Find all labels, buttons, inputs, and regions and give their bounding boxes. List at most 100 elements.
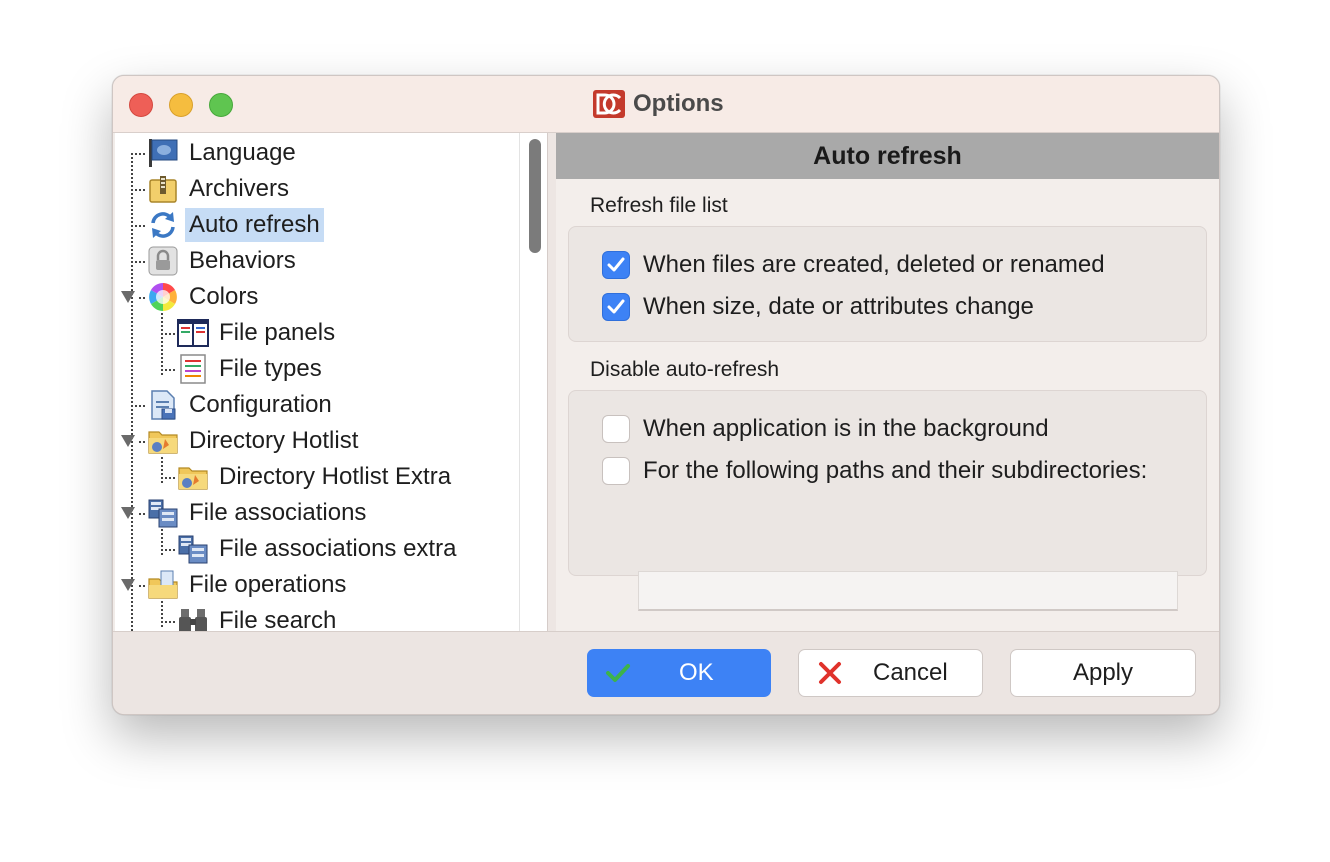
refresh-on-attribute-change-checkbox[interactable] [602, 293, 630, 321]
disable-for-paths-option[interactable]: For the following paths and their subdir… [602, 457, 1147, 485]
double-commander-logo-icon [593, 90, 625, 118]
refresh-on-create-delete-rename-option[interactable]: When files are created, deleted or renam… [602, 251, 1105, 279]
disable-options-group: When application is in the background Fo… [568, 390, 1207, 576]
tree-scrollbar[interactable] [519, 133, 547, 631]
tree-connector [131, 153, 145, 155]
checkbox-label: When application is in the background [643, 415, 1049, 442]
expand-file-operations-toggle[interactable] [121, 579, 135, 591]
disable-section-title: Disable auto-refresh [590, 358, 780, 381]
tree-item-label: File search [219, 607, 337, 631]
tree-connector [131, 189, 145, 191]
refresh-on-attribute-change-option[interactable]: When size, date or attributes change [602, 293, 1034, 321]
tree-item-label: Colors [189, 283, 259, 310]
tree-connector [161, 529, 163, 555]
tree-item-file-panels[interactable]: File panels [177, 315, 339, 351]
tree-item-label: Behaviors [189, 247, 296, 274]
binoculars-icon [179, 609, 207, 631]
options-window: Options Language Archivers Auto refresh … [112, 75, 1220, 715]
tree-connector [161, 621, 175, 623]
tree-connector [131, 261, 145, 263]
tree-item-directory-hotlist-extra[interactable]: Directory Hotlist Extra [177, 459, 455, 495]
expand-file-associations-toggle[interactable] [121, 507, 135, 519]
tree-connector [161, 313, 163, 375]
tree-item-file-operations[interactable]: File operations [147, 567, 350, 603]
page-title: Auto refresh [556, 133, 1219, 179]
refresh-options-group: When files are created, deleted or renam… [568, 226, 1207, 342]
lock-icon [148, 246, 178, 276]
panels-icon [177, 319, 209, 347]
tree-connector [139, 441, 145, 443]
close-window-button[interactable] [129, 93, 153, 117]
tree-item-label: Directory Hotlist [189, 427, 359, 454]
tree-scrollbar-thumb[interactable] [529, 139, 541, 253]
hotlist-folder-icon [178, 467, 208, 490]
checkmark-icon [606, 664, 630, 682]
tree-item-file-types[interactable]: File types [177, 351, 326, 387]
tree-item-label: File panels [219, 319, 336, 346]
expand-directory-hotlist-toggle[interactable] [121, 435, 135, 447]
tree-item-behaviors[interactable]: Behaviors [147, 243, 300, 279]
tree-item-auto-refresh[interactable]: Auto refresh [147, 207, 324, 243]
flag-icon [149, 139, 178, 167]
checkbox-label: When size, date or attributes change [643, 293, 1034, 320]
tree-item-label: File operations [189, 571, 347, 598]
tree-item-label: Language [189, 139, 296, 166]
settings-panel: Auto refresh Refresh file list When file… [556, 133, 1219, 631]
tree-item-label: Directory Hotlist Extra [219, 463, 452, 490]
tree-connector [161, 369, 175, 371]
title-bar[interactable]: Options [113, 76, 1219, 133]
tree-item-language[interactable]: Language [147, 135, 300, 171]
disable-in-background-option[interactable]: When application is in the background [602, 415, 1049, 443]
checkbox-label: For the following paths and their subdir… [643, 457, 1148, 484]
window-title: Options [633, 90, 724, 117]
expand-colors-toggle[interactable] [121, 291, 135, 303]
tree-connector [131, 405, 145, 407]
close-icon [819, 662, 841, 684]
tree-item-file-associations-extra[interactable]: File associations extra [177, 531, 460, 567]
file-associations-icon [178, 535, 208, 564]
hotlist-folder-icon [148, 431, 178, 454]
tree-item-file-associations[interactable]: File associations [147, 495, 370, 531]
tree-connector [139, 297, 145, 299]
minimize-window-button[interactable] [169, 93, 193, 117]
disable-in-background-checkbox[interactable] [602, 415, 630, 443]
config-file-icon [151, 390, 176, 420]
options-tree[interactable]: Language Archivers Auto refresh Behavior… [115, 133, 547, 631]
tree-item-colors[interactable]: Colors [147, 279, 262, 315]
tree-item-label: File associations extra [219, 535, 457, 562]
maximize-window-button[interactable] [209, 93, 233, 117]
tree-item-directory-hotlist[interactable]: Directory Hotlist [147, 423, 362, 459]
cancel-button-label: Cancel [873, 659, 948, 686]
file-types-icon [180, 354, 206, 384]
checkbox-label: When files are created, deleted or renam… [643, 251, 1105, 278]
file-operations-icon [148, 570, 178, 599]
tree-item-archivers[interactable]: Archivers [147, 171, 293, 207]
refresh-section-title: Refresh file list [590, 194, 728, 217]
tree-item-label: Archivers [189, 175, 290, 202]
refresh-icon [151, 212, 175, 238]
excluded-paths-input[interactable] [638, 571, 1178, 611]
tree-item-configuration[interactable]: Configuration [147, 387, 336, 423]
tree-item-label: Configuration [189, 391, 332, 418]
tree-connector [139, 513, 145, 515]
color-wheel-icon [149, 283, 177, 311]
archive-icon [149, 176, 177, 203]
tree-connector [131, 225, 145, 227]
tree-item-label: Auto refresh [185, 208, 324, 242]
disable-for-paths-checkbox[interactable] [602, 457, 630, 485]
tree-connector [161, 601, 163, 627]
tree-connector [161, 333, 175, 335]
tree-connector [161, 477, 175, 479]
tree-connector [161, 549, 175, 551]
dialog-button-bar: OK Cancel Apply [113, 631, 1219, 714]
tree-item-file-search[interactable]: File search [177, 603, 340, 631]
ok-button[interactable]: OK [587, 649, 771, 697]
refresh-on-create-delete-rename-checkbox[interactable] [602, 251, 630, 279]
file-associations-icon [148, 499, 178, 528]
apply-button-label: Apply [1072, 659, 1134, 686]
apply-button[interactable]: Apply [1010, 649, 1196, 697]
ok-button-label: OK [679, 659, 714, 686]
checkmark-icon [607, 257, 625, 272]
tree-item-label: File types [219, 355, 322, 382]
cancel-button[interactable]: Cancel [798, 649, 983, 697]
